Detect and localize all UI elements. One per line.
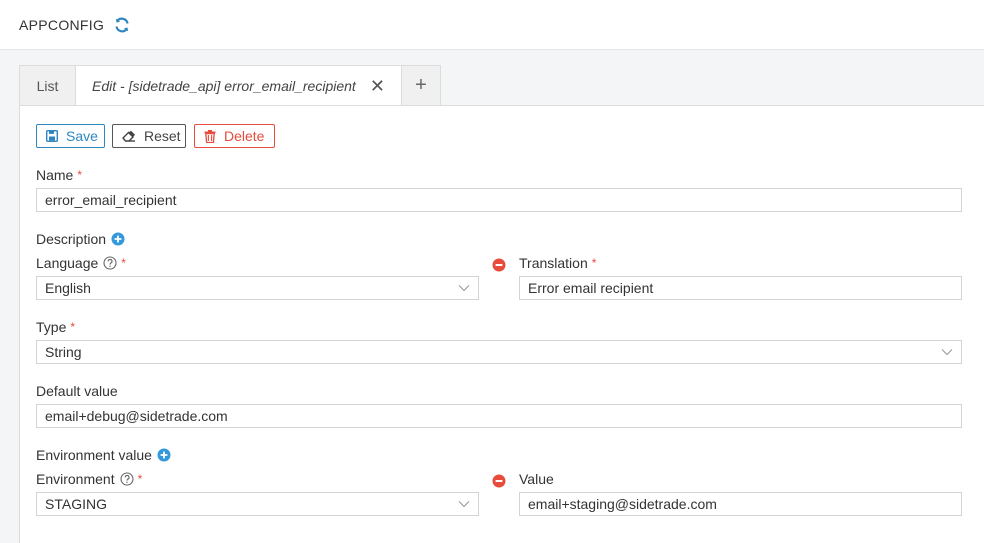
default-value-label-row: Default value: [36, 383, 118, 399]
question-circle-icon[interactable]: [120, 472, 134, 486]
add-environment-value-icon[interactable]: [157, 448, 171, 462]
environment-select[interactable]: STAGING: [36, 492, 479, 516]
environment-value-label-row: Environment value: [36, 447, 171, 463]
app-header: APPCONFIG: [0, 0, 984, 50]
required-marker: *: [591, 256, 597, 270]
tab-list-label: List: [36, 77, 59, 94]
environment-value-value: email+staging@sidetrade.com: [528, 496, 717, 512]
name-label-row: Name *: [36, 167, 82, 183]
type-value: String: [45, 344, 82, 360]
type-label-row: Type *: [36, 319, 75, 335]
plus-icon: +: [415, 74, 427, 96]
delete-label: Delete: [224, 128, 265, 144]
reset-button[interactable]: Reset: [112, 124, 186, 148]
name-input[interactable]: error_email_recipient: [36, 188, 962, 212]
trash-icon: [204, 129, 216, 143]
description-label-row: Description: [36, 231, 125, 247]
language-label-row: Language *: [36, 255, 126, 271]
required-marker: *: [137, 472, 143, 486]
environment-label: Environment: [36, 471, 115, 487]
value-label-row: Value: [519, 471, 554, 487]
add-description-icon[interactable]: [111, 232, 125, 246]
required-marker: *: [70, 320, 76, 334]
delete-button[interactable]: Delete: [194, 124, 275, 148]
translation-input[interactable]: Error email recipient: [519, 276, 962, 300]
add-tab-button[interactable]: +: [401, 65, 441, 105]
description-label: Description: [36, 231, 107, 247]
reset-label: Reset: [144, 128, 181, 144]
remove-translation-icon[interactable]: [492, 258, 506, 272]
environment-value: STAGING: [45, 496, 107, 512]
translation-label: Translation: [519, 255, 588, 271]
refresh-icon[interactable]: [114, 17, 130, 33]
chevron-down-icon: [941, 348, 953, 356]
required-marker: *: [121, 256, 126, 270]
eraser-icon: [122, 130, 136, 142]
save-button[interactable]: Save: [36, 124, 105, 148]
translation-label-row: Translation *: [519, 255, 596, 271]
remove-environment-value-icon[interactable]: [492, 474, 506, 488]
default-value-label: Default value: [36, 383, 118, 399]
type-label: Type: [36, 319, 67, 335]
translation-value: Error email recipient: [528, 280, 654, 296]
tab-bar: List Edit - [sidetrade_api] error_email_…: [19, 65, 441, 106]
question-circle-icon[interactable]: [103, 256, 117, 270]
value-label: Value: [519, 471, 554, 487]
name-value: error_email_recipient: [45, 192, 177, 208]
language-label: Language: [36, 255, 99, 271]
floppy-disk-icon: [46, 130, 58, 142]
default-value-input[interactable]: email+debug@sidetrade.com: [36, 404, 962, 428]
save-label: Save: [66, 128, 98, 144]
type-select[interactable]: String: [36, 340, 962, 364]
language-select[interactable]: English: [36, 276, 479, 300]
name-label: Name: [36, 167, 74, 183]
required-marker: *: [77, 168, 83, 182]
environment-value-label: Environment value: [36, 447, 152, 463]
edit-panel: Save Reset Delete Name * error_email_rec…: [19, 105, 984, 543]
environment-value-input[interactable]: email+staging@sidetrade.com: [519, 492, 962, 516]
environment-label-row: Environment *: [36, 471, 142, 487]
tab-edit[interactable]: Edit - [sidetrade_api] error_email_recip…: [76, 65, 402, 106]
language-value: English: [45, 280, 91, 296]
chevron-down-icon: [458, 500, 470, 508]
close-icon[interactable]: ✕: [370, 77, 385, 95]
chevron-down-icon: [458, 284, 470, 292]
tab-list[interactable]: List: [19, 65, 76, 105]
app-title: APPCONFIG: [19, 16, 105, 33]
default-value-value: email+debug@sidetrade.com: [45, 408, 228, 424]
tab-edit-label: Edit - [sidetrade_api] error_email_recip…: [92, 78, 356, 94]
